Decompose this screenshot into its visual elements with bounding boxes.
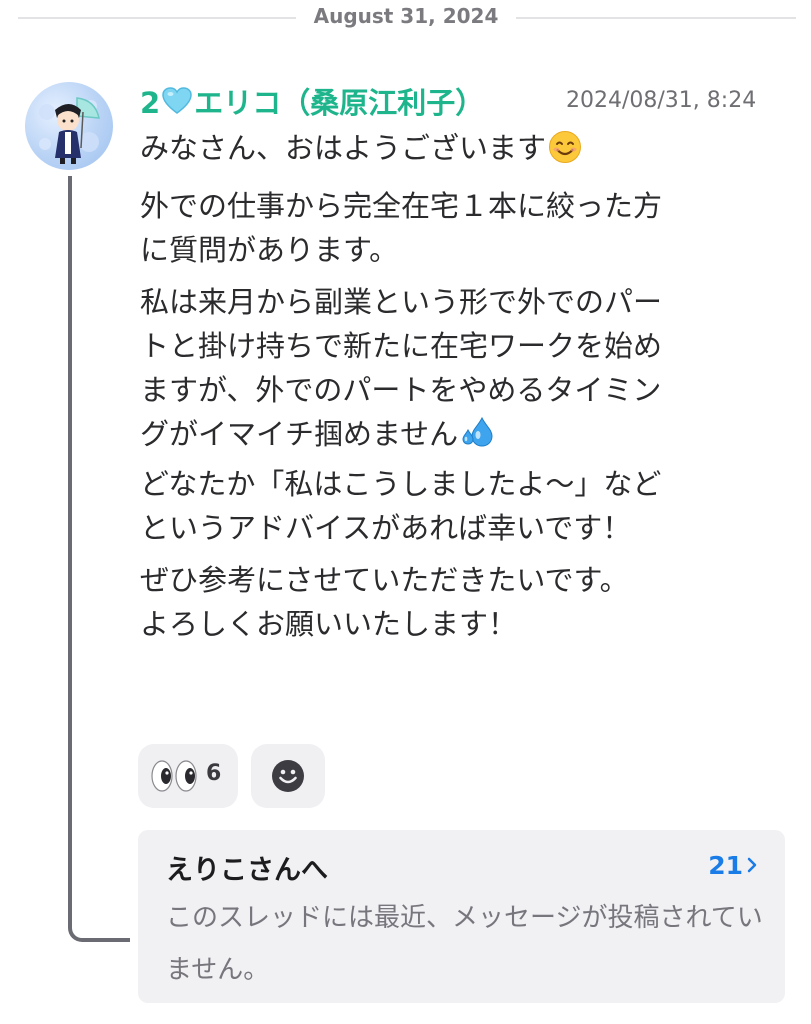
thread-count-value: 21 — [708, 851, 743, 880]
divider-line — [516, 17, 796, 19]
sweat-droplets-icon — [460, 416, 496, 462]
thread-reply-count[interactable]: 21 — [708, 850, 757, 880]
author-prefix: 2 — [140, 86, 161, 120]
smiling-face-icon — [548, 130, 582, 176]
smiley-add-reaction-icon — [271, 759, 305, 797]
message-line: 外での仕事から完全在宅１本に絞った方 に質問があります。 — [140, 189, 663, 267]
message-line: ぜひ参考にさせていただきたいです。 よろしくお願いいたします！ — [140, 563, 629, 641]
thread-preview-text: このスレッドには最近、メッセージが投稿されていません。 — [166, 903, 763, 985]
eyes-icon — [150, 759, 198, 797]
divider-line — [18, 17, 296, 19]
chevron-right-icon — [747, 850, 757, 879]
avatar-illustration-icon — [39, 97, 100, 164]
thread-connector-line — [68, 176, 130, 942]
thread-card[interactable]: えりこさんへ 21 このスレッドには最近、メッセージが投稿されていません。 — [138, 830, 785, 1003]
message-author[interactable]: 2 エリコ（桑原江利子） — [140, 80, 484, 122]
thread-title: えりこさんへ — [166, 855, 328, 886]
message-line: 私は来月から副業という形で外でのパー トと掛け持ちで新たに在宅ワークを始め ますが、… — [140, 285, 663, 545]
reaction-eyes-button[interactable]: 6 — [138, 744, 238, 808]
date-label: August 31, 2024 — [313, 4, 499, 28]
reaction-count: 6 — [206, 761, 222, 786]
message-line: みなさん、おはようございます — [140, 126, 780, 176]
message-timestamp: 2024/08/31, 8:24 — [566, 88, 757, 113]
author-name: エリコ（桑原江利子） — [194, 86, 485, 120]
message-body: みなさん、おはようございます 外での仕事から完全在宅１本に絞った方 に質問がありま… — [140, 126, 780, 654]
add-reaction-button[interactable] — [251, 744, 325, 808]
chat-screen: August 31, 2024 2 エリコ（桑原江利子） 2024/08/31, … — [0, 0, 811, 1024]
light-blue-heart-icon — [162, 87, 192, 122]
date-divider: August 31, 2024 — [0, 0, 811, 36]
avatar[interactable] — [25, 82, 113, 170]
